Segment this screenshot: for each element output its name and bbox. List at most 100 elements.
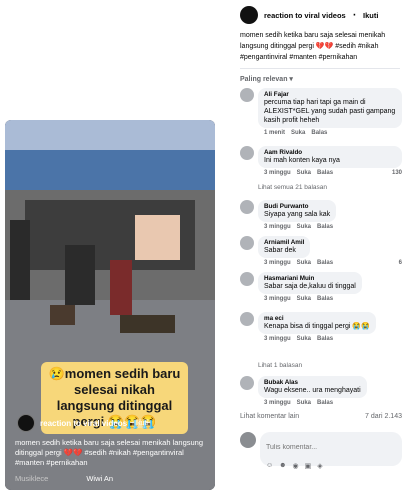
reply-button[interactable]: Balas	[317, 400, 333, 406]
comments-panel: reaction to viral videos · Ikuti momen s…	[232, 0, 407, 500]
gif-icon[interactable]: ▣	[305, 462, 312, 470]
more-comments-link[interactable]: Lihat komentar lain	[240, 413, 299, 420]
comment-meta: 3 minggu Suka Balas	[258, 336, 376, 342]
comment-author[interactable]: Aam Rivaldo	[264, 149, 396, 156]
reply-button[interactable]: Balas	[311, 130, 327, 136]
video-panel[interactable]: 😢momen sedih baru selesai nikah langsung…	[5, 120, 215, 490]
comment: Aam Rivaldo Ini mah konten kaya nya 3 mi…	[240, 146, 402, 176]
comment-box[interactable]: ☺ ☻ ◉ ▣ ◈	[260, 432, 402, 470]
camera-icon[interactable]: ◉	[293, 462, 299, 470]
comment-time[interactable]: 3 minggu	[264, 260, 291, 266]
video-description: momen sedih ketika baru saja selesai men…	[15, 438, 204, 467]
like-button[interactable]: Suka	[297, 260, 311, 266]
avatar[interactable]	[240, 200, 254, 214]
comment-text: percuma tiap hari tapi ga main di ALEXIS…	[264, 99, 396, 124]
comment-bubble: Budi Purwanto Siyapa yang sala kak	[258, 200, 337, 222]
comment: Hasmariani Muin Sabar saja de,kaluu di t…	[240, 272, 402, 302]
comment: Budi Purwanto Siyapa yang sala kak 3 min…	[240, 200, 402, 230]
comment-author[interactable]: Hasmariani Muin	[264, 275, 356, 282]
reply-button[interactable]: Balas	[317, 224, 333, 230]
comment-time[interactable]: 3 minggu	[264, 400, 291, 406]
comment: Arniamil Amil Sabar dek 3 minggu Suka Ba…	[240, 236, 402, 266]
comment-time[interactable]: 1 menit	[264, 130, 285, 136]
post-text: momen sedih ketika baru saja selesai men…	[240, 32, 386, 61]
comment-text: Wagu eksene.. ura menghayati	[264, 387, 361, 394]
reply-button[interactable]: Balas	[317, 260, 333, 266]
more-comments-row: Lihat komentar lain 7 dari 2.143	[240, 413, 402, 420]
emoji-icon[interactable]: ☻	[279, 462, 286, 470]
comment-text: Kenapa bisa di tinggal pergi 😭😭	[264, 323, 370, 330]
comment-meta: 1 menit Suka Balas	[258, 130, 402, 136]
follow-button[interactable]: Ikuti	[363, 11, 378, 20]
sticker-icon[interactable]: ◈	[317, 462, 322, 470]
reply-button[interactable]: Balas	[317, 336, 333, 342]
comment-time[interactable]: 3 minggu	[264, 224, 291, 230]
avatar-sticker-icon[interactable]: ☺	[266, 462, 273, 470]
like-button[interactable]: Suka	[297, 296, 311, 302]
comment-meta: 3 minggu Suka Balas	[258, 400, 367, 406]
like-button[interactable]: Suka	[297, 336, 311, 342]
post-author[interactable]: reaction to viral videos	[264, 11, 346, 20]
dot-separator: ·	[351, 6, 358, 23]
sort-label: Paling relevan	[240, 76, 288, 83]
reaction-count[interactable]: 130	[392, 170, 402, 176]
avatar	[240, 432, 256, 448]
collab-label[interactable]: Wiwi An	[86, 474, 113, 483]
like-button[interactable]: Suka	[297, 224, 311, 230]
music-label[interactable]: Musiklece	[15, 474, 48, 483]
avatar[interactable]	[240, 272, 254, 286]
view-replies-link[interactable]: Lihat semua 21 balasan	[258, 184, 327, 191]
write-comment-row: ☺ ☻ ◉ ▣ ◈	[240, 432, 405, 470]
comment-bubble: Aam Rivaldo Ini mah konten kaya nya	[258, 146, 402, 168]
comment: Bubak Alas Wagu eksene.. ura menghayati …	[240, 376, 402, 406]
comment-meta: 3 minggu Suka Balas	[258, 224, 336, 230]
comment-bubble: ma eci Kenapa bisa di tinggal pergi 😭😭	[258, 312, 376, 334]
video-follow-button[interactable]: Ikuti	[132, 418, 151, 428]
avatar[interactable]	[240, 88, 254, 102]
avatar[interactable]	[240, 236, 254, 250]
avatar	[17, 414, 35, 432]
video-scene	[5, 120, 215, 490]
comment-bubble: Hasmariani Muin Sabar saja de,kaluu di t…	[258, 272, 362, 294]
comment-author[interactable]: ma eci	[264, 315, 370, 322]
composer-icons: ☺ ☻ ◉ ▣ ◈	[266, 462, 396, 470]
sort-dropdown[interactable]: Paling relevan ▾	[240, 75, 293, 83]
avatar[interactable]	[240, 146, 254, 160]
reply-button[interactable]: Balas	[317, 296, 333, 302]
comment-author[interactable]: Bubak Alas	[264, 379, 361, 386]
comment-author[interactable]: Ali Fajar	[264, 91, 396, 98]
reply-button[interactable]: Balas	[317, 170, 333, 176]
like-button[interactable]: Suka	[297, 400, 311, 406]
comment-meta: 3 minggu Suka Balas 6	[258, 260, 402, 266]
comment-meta: 3 minggu Suka Balas	[258, 296, 362, 302]
video-author[interactable]: reaction to viral videos Ikuti	[17, 414, 151, 432]
comment-count: 7 dari 2.143	[365, 413, 402, 420]
comment-meta: 3 minggu Suka Balas 130	[258, 170, 402, 176]
like-button[interactable]: Suka	[291, 130, 305, 136]
view-replies-link[interactable]: Lihat 1 balasan	[258, 362, 302, 369]
comment-text: Sabar saja de,kaluu di tinggal	[264, 283, 356, 290]
video-author-name[interactable]: reaction to viral videos	[40, 419, 127, 428]
post-header: reaction to viral videos · Ikuti	[240, 6, 407, 24]
like-button[interactable]: Suka	[297, 170, 311, 176]
comment-bubble: Bubak Alas Wagu eksene.. ura menghayati	[258, 376, 367, 398]
comment: ma eci Kenapa bisa di tinggal pergi 😭😭 3…	[240, 312, 402, 342]
comment-author[interactable]: Arniamil Amil	[264, 239, 304, 246]
comment-bubble: Arniamil Amil Sabar dek	[258, 236, 311, 258]
comment-author[interactable]: Budi Purwanto	[264, 203, 330, 210]
comment-text: Sabar dek	[264, 247, 296, 254]
comment-bubble: Ali Fajar percuma tiap hari tapi ga main…	[258, 88, 402, 128]
avatar[interactable]	[240, 312, 254, 326]
chevron-down-icon: ▾	[289, 76, 293, 83]
comment-time[interactable]: 3 minggu	[264, 170, 291, 176]
comment: Ali Fajar percuma tiap hari tapi ga main…	[240, 88, 402, 136]
avatar[interactable]	[240, 376, 254, 390]
reaction-count[interactable]: 6	[399, 260, 402, 266]
comment-time[interactable]: 3 minggu	[264, 296, 291, 302]
comment-text: Siyapa yang sala kak	[264, 211, 331, 218]
comment-time[interactable]: 3 minggu	[264, 336, 291, 342]
comment-text: Ini mah konten kaya nya	[264, 157, 340, 164]
video-bottom-bar: Musiklece Wiwi An	[15, 474, 113, 483]
comment-input[interactable]	[266, 444, 396, 451]
avatar[interactable]	[240, 6, 258, 24]
